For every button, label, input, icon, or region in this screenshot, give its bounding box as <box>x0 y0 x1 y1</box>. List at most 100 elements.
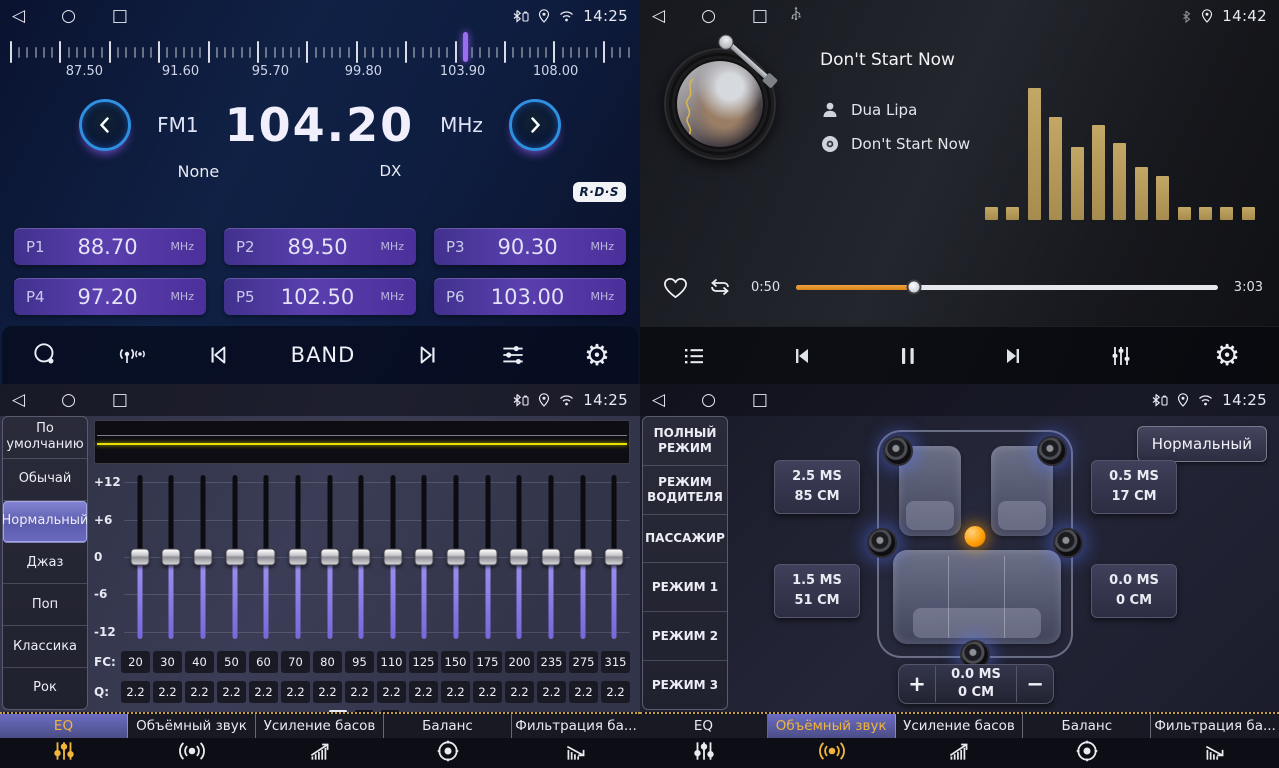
radio-preset-button[interactable]: P1 88.70 MHz <box>14 228 206 265</box>
q-value-chip[interactable]: 2.2 <box>377 681 406 703</box>
favorite-button[interactable] <box>662 275 689 300</box>
delay-rear-left[interactable]: 1.5 MS51 CM <box>774 564 860 618</box>
eq-slider-handle[interactable] <box>573 549 592 566</box>
eq-slider-handle[interactable] <box>130 549 149 566</box>
eq-band-slider[interactable] <box>440 470 472 644</box>
audio-tab[interactable]: Фильтрация ба... <box>512 714 640 768</box>
radio-preset-button[interactable]: P2 89.50 MHz <box>224 228 416 265</box>
audio-tab[interactable]: Баланс <box>1023 714 1151 768</box>
eq-slider-handle[interactable] <box>447 549 466 566</box>
delay-front-left[interactable]: 2.5 MS85 CM <box>774 460 860 514</box>
soundfield-mode-item[interactable]: РЕЖИМ ВОДИТЕЛЯ <box>643 466 727 515</box>
equalizer-button[interactable] <box>1106 342 1136 370</box>
nav-recents-icon[interactable]: □ <box>112 390 128 410</box>
nav-recents-icon[interactable]: □ <box>752 390 768 410</box>
playlist-button[interactable] <box>679 342 709 370</box>
fc-value-chip[interactable]: 200 <box>505 651 534 673</box>
nav-recents-icon[interactable]: □ <box>752 6 768 26</box>
q-value-chip[interactable]: 2.2 <box>185 681 214 703</box>
fc-value-chip[interactable]: 315 <box>601 651 630 673</box>
eq-band-slider[interactable] <box>567 470 599 644</box>
q-value-chip[interactable]: 2.2 <box>505 681 534 703</box>
eq-slider-handle[interactable] <box>225 549 244 566</box>
eq-preset-item[interactable]: По умолчанию <box>3 417 87 459</box>
nav-back-icon[interactable]: ◁ <box>12 390 25 410</box>
delay-rear-right[interactable]: 0.0 MS0 CM <box>1091 564 1177 618</box>
pause-button[interactable] <box>895 342 921 370</box>
soundfield-mode-item[interactable]: РЕЖИМ 2 <box>643 612 727 661</box>
audio-tab[interactable]: EQ <box>640 714 768 768</box>
eq-band-slider[interactable] <box>219 470 251 644</box>
eq-slider-handle[interactable] <box>352 549 371 566</box>
prev-station-button[interactable] <box>204 340 234 370</box>
eq-slider-handle[interactable] <box>510 549 529 566</box>
q-value-chip[interactable]: 2.2 <box>441 681 470 703</box>
q-value-chip[interactable]: 2.2 <box>313 681 342 703</box>
eq-band-slider[interactable] <box>314 470 346 644</box>
settings-gear-button[interactable]: ⚙ <box>584 341 610 370</box>
nav-home-icon[interactable]: ○ <box>701 390 716 410</box>
eq-preset-item[interactable]: Поп <box>3 584 87 626</box>
eq-slider-handle[interactable] <box>162 549 181 566</box>
previous-track-button[interactable] <box>787 342 817 370</box>
eq-band-slider[interactable] <box>187 470 219 644</box>
eq-slider-handle[interactable] <box>320 549 339 566</box>
fc-value-chip[interactable]: 275 <box>569 651 598 673</box>
eq-slider-handle[interactable] <box>415 549 434 566</box>
next-track-button[interactable] <box>998 342 1028 370</box>
q-value-chip[interactable]: 2.2 <box>473 681 502 703</box>
audio-tab[interactable]: Объёмный звук <box>128 714 256 768</box>
q-value-chip[interactable]: 2.2 <box>345 681 374 703</box>
delay-decrease-button[interactable]: − <box>1017 672 1053 696</box>
nav-back-icon[interactable]: ◁ <box>12 6 25 26</box>
fc-value-chip[interactable]: 110 <box>377 651 406 673</box>
settings-gear-button[interactable]: ⚙ <box>1214 341 1240 370</box>
eq-slider-handle[interactable] <box>288 549 307 566</box>
fc-value-chip[interactable]: 175 <box>473 651 502 673</box>
sound-profile-button[interactable]: Нормальный <box>1137 426 1267 462</box>
radio-preset-button[interactable]: P3 90.30 MHz <box>434 228 626 265</box>
q-value-chip[interactable]: 2.2 <box>153 681 182 703</box>
radio-preset-button[interactable]: P5 102.50 MHz <box>224 278 416 315</box>
eq-band-slider[interactable] <box>345 470 377 644</box>
dx-loc-button[interactable] <box>116 340 148 370</box>
next-station-button[interactable] <box>412 340 442 370</box>
fc-value-chip[interactable]: 20 <box>121 651 150 673</box>
q-value-chip[interactable]: 2.2 <box>281 681 310 703</box>
eq-preset-item[interactable]: Рок <box>3 668 87 709</box>
eq-slider-handle[interactable] <box>383 549 402 566</box>
nav-home-icon[interactable]: ○ <box>61 390 76 410</box>
q-value-chip[interactable]: 2.2 <box>409 681 438 703</box>
repeat-button[interactable] <box>705 274 735 300</box>
audio-tab[interactable]: EQ <box>0 714 128 768</box>
q-value-chip[interactable]: 2.2 <box>601 681 630 703</box>
q-value-chip[interactable]: 2.2 <box>537 681 566 703</box>
progress-slider[interactable] <box>796 285 1218 290</box>
soundfield-mode-item[interactable]: РЕЖИМ 1 <box>643 563 727 612</box>
eq-band-slider[interactable] <box>472 470 504 644</box>
audio-tab[interactable]: Усиление басов <box>256 714 384 768</box>
eq-preset-item[interactable]: Джаз <box>3 543 87 585</box>
eq-band-slider[interactable] <box>377 470 409 644</box>
scan-button[interactable] <box>30 340 60 370</box>
audio-settings-button[interactable] <box>498 340 528 370</box>
nav-recents-icon[interactable]: □ <box>112 6 128 26</box>
eq-band-slider[interactable] <box>598 470 630 644</box>
fc-value-chip[interactable]: 235 <box>537 651 566 673</box>
q-value-chip[interactable]: 2.2 <box>217 681 246 703</box>
radio-preset-button[interactable]: P6 103.00 MHz <box>434 278 626 315</box>
audio-tab[interactable]: Фильтрация ба... <box>1151 714 1279 768</box>
fc-value-chip[interactable]: 60 <box>249 651 278 673</box>
soundfield-mode-item[interactable]: РЕЖИМ 3 <box>643 661 727 709</box>
nav-home-icon[interactable]: ○ <box>701 6 716 26</box>
eq-slider-handle[interactable] <box>257 549 276 566</box>
delay-front-right[interactable]: 0.5 MS17 CM <box>1091 460 1177 514</box>
fc-value-chip[interactable]: 95 <box>345 651 374 673</box>
eq-band-slider[interactable] <box>504 470 536 644</box>
listening-position-dot[interactable] <box>965 526 986 547</box>
eq-band-slider[interactable] <box>409 470 441 644</box>
delay-increase-button[interactable]: + <box>899 672 935 696</box>
eq-band-slider[interactable] <box>124 470 156 644</box>
fc-value-chip[interactable]: 70 <box>281 651 310 673</box>
nav-back-icon[interactable]: ◁ <box>652 390 665 410</box>
